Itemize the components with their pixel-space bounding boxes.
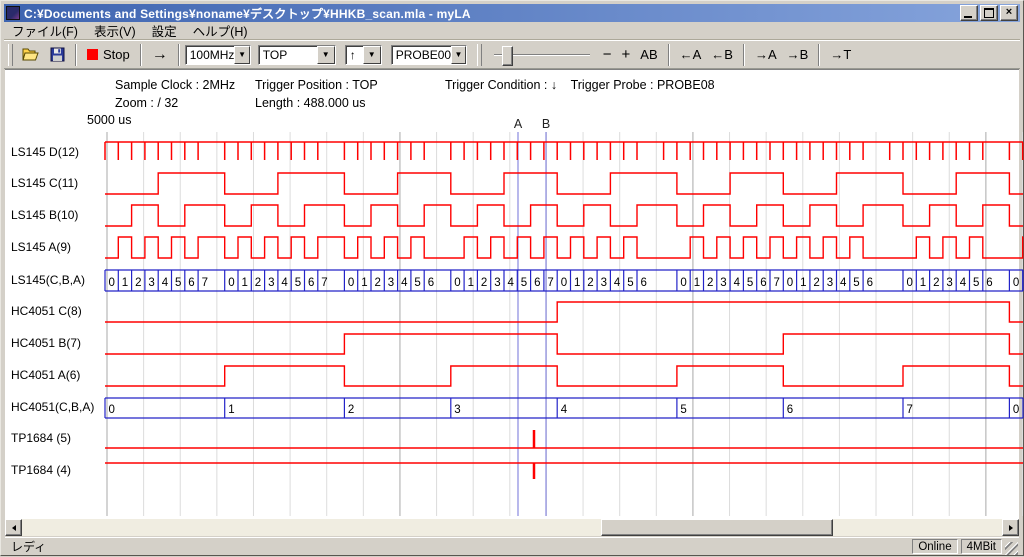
status-bar: レディ Online 4MBit (5, 537, 1019, 555)
menu-settings[interactable]: 設定 (144, 20, 185, 41)
toolbar-separator (140, 44, 142, 66)
app-window: C:¥Documents and Settings¥noname¥デスクトップ¥… (0, 0, 1024, 556)
goto-trigger-button[interactable]: →T (825, 44, 856, 66)
trigger-probe-select[interactable]: PROBE00 ▼ (391, 45, 467, 65)
channel-label-ls145-c: LS145 C(11) (11, 176, 78, 190)
close-button[interactable]: × (1000, 5, 1018, 21)
trigger-condition-label: Trigger Condition : (445, 78, 547, 92)
minimize-icon (964, 16, 972, 18)
maximize-icon (984, 8, 994, 18)
channel-label-hc4051-b: HC4051 B(7) (11, 336, 81, 350)
stop-icon (87, 49, 98, 60)
trigger-position-select[interactable]: TOP ▼ (258, 45, 336, 65)
toolbar-grip (477, 44, 482, 66)
open-file-button[interactable] (17, 44, 45, 66)
floppy-icon (50, 47, 65, 62)
zoom-in-button[interactable]: + (617, 44, 636, 66)
status-memory-badge: 4MBit (961, 539, 1002, 554)
set-cursor-a-button[interactable]: →A (750, 44, 782, 66)
resize-grip[interactable] (1005, 542, 1018, 555)
maximize-button[interactable] (980, 5, 998, 21)
chevron-down-icon[interactable]: ▼ (234, 46, 249, 64)
menu-help[interactable]: ヘルプ(H) (185, 20, 256, 41)
scroll-left-button[interactable] (5, 519, 22, 536)
stop-button[interactable]: Stop (82, 44, 135, 66)
toolbar-separator (668, 44, 670, 66)
status-online-badge: Online (912, 539, 957, 554)
toolbar-separator (75, 44, 77, 66)
toolbar-separator (178, 44, 180, 66)
close-icon: × (1006, 6, 1012, 18)
falling-edge-icon: ↓ (551, 78, 557, 92)
window-title: C:¥Documents and Settings¥noname¥デスクトップ¥… (24, 5, 958, 22)
set-cursor-b-button[interactable]: →B (782, 44, 814, 66)
zoom-slider[interactable] (494, 45, 590, 65)
toolbar-separator (743, 44, 745, 66)
channel-label-hc4051-c: HC4051 C(8) (11, 304, 82, 318)
scroll-left-icon (9, 525, 16, 531)
chevron-down-icon[interactable]: ▼ (451, 46, 466, 64)
trigger-probe-value: PROBE00 (396, 48, 451, 62)
trigger-condition-info: Trigger Condition : ↓ Trigger Probe : PR… (445, 78, 715, 92)
scroll-right-button[interactable] (1002, 519, 1019, 536)
length-info: Length : 488.000 us (255, 96, 366, 110)
trigger-edge-value: ↑ (350, 48, 356, 62)
channel-label-ls145-a: LS145 A(9) (11, 240, 71, 254)
goto-cursor-b-button[interactable]: ←B (706, 44, 738, 66)
trigger-edge-select[interactable]: ↑ ▼ (345, 45, 382, 65)
menu-file[interactable]: ファイル(F) (4, 20, 86, 41)
timebase-label: 5000 us (87, 113, 131, 127)
scroll-right-icon (1009, 525, 1016, 531)
trigger-probe-info: Trigger Probe : PROBE08 (571, 78, 715, 92)
toolbar: Stop → 100MHz ▼ TOP ▼ ↑ ▼ PROBE00 ▼ − + (4, 40, 1020, 69)
trigger-position-info: Trigger Position : TOP (255, 78, 378, 92)
zoom-info: Zoom : / 32 (115, 96, 178, 110)
toolbar-separator (818, 44, 820, 66)
sample-clock-value: 100MHz (190, 48, 235, 62)
zoom-out-button[interactable]: − (598, 44, 617, 66)
toolbar-grip (8, 44, 13, 66)
goto-cursor-a-button[interactable]: ←A (675, 44, 707, 66)
channel-label-tp1684-5: TP1684 (5) (11, 431, 71, 445)
channel-label-ls145-d: LS145 D(12) (11, 145, 79, 159)
channel-label-hc4051-bus: HC4051(C,B,A) (11, 400, 94, 414)
channel-label-tp1684-4: TP1684 (4) (11, 463, 71, 477)
chevron-down-icon[interactable]: ▼ (317, 46, 335, 64)
scrollbar-thumb[interactable] (601, 519, 833, 536)
waveform-client-area (5, 69, 1019, 520)
channel-label-ls145-bus: LS145(C,B,A) (11, 273, 85, 287)
menu-view[interactable]: 表示(V) (86, 20, 144, 41)
horizontal-scrollbar[interactable] (5, 519, 1019, 536)
zoom-slider-thumb[interactable] (502, 46, 513, 66)
sample-clock-info: Sample Clock : 2MHz (115, 78, 235, 92)
trigger-position-value: TOP (263, 48, 287, 62)
channel-label-hc4051-a: HC4051 A(6) (11, 368, 80, 382)
minimize-button[interactable] (960, 5, 978, 21)
stop-label: Stop (103, 47, 130, 62)
menu-bar: ファイル(F) 表示(V) 設定 ヘルプ(H) (4, 22, 1020, 40)
status-ready-text: レディ (11, 538, 909, 555)
sample-clock-select[interactable]: 100MHz ▼ (185, 45, 251, 65)
channel-label-ls145-b: LS145 B(10) (11, 208, 78, 222)
save-button[interactable] (45, 44, 70, 66)
chevron-down-icon[interactable]: ▼ (363, 46, 381, 64)
open-folder-icon (22, 47, 40, 62)
ab-range-button[interactable]: AB (635, 44, 662, 66)
run-button[interactable]: → (147, 44, 173, 66)
app-icon (6, 6, 20, 20)
